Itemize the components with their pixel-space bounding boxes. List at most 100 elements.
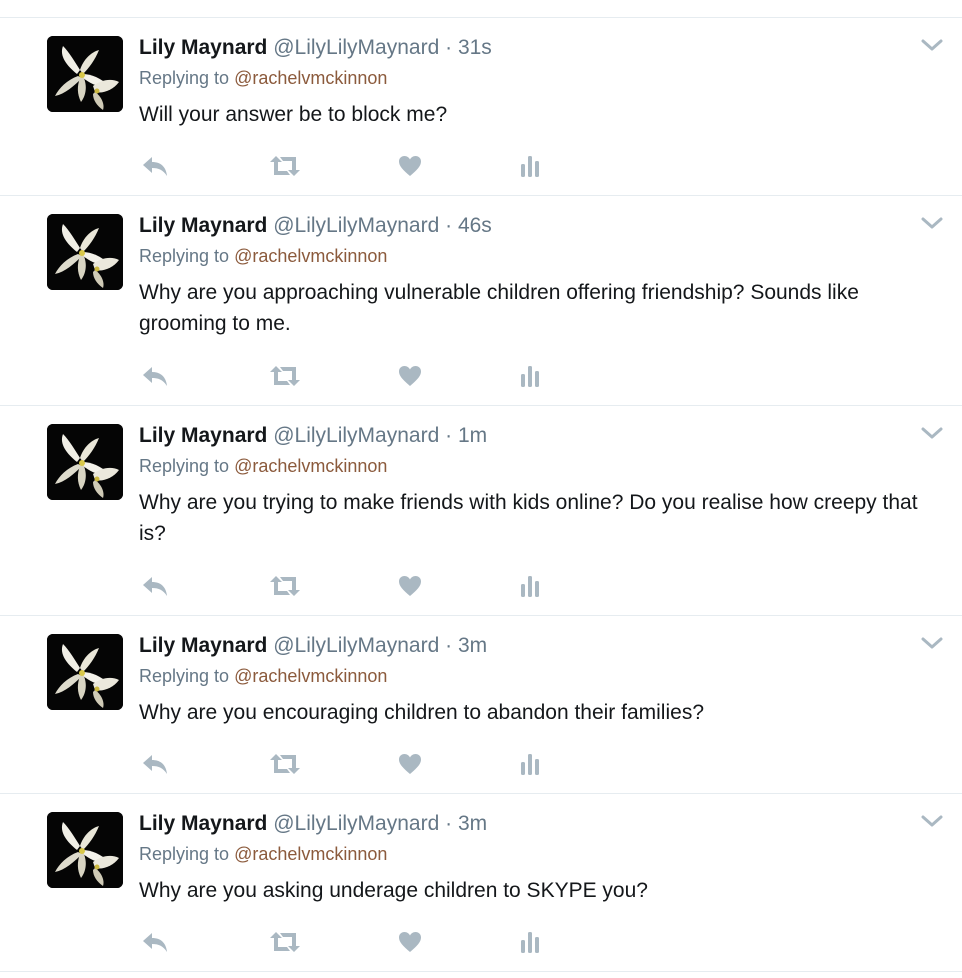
lily-flower-icon: [47, 634, 123, 710]
reply-mention-link[interactable]: @rachelvmckinnon: [234, 666, 387, 686]
username[interactable]: @LilyLilyMaynard: [273, 424, 439, 447]
username[interactable]: @LilyLilyMaynard: [273, 634, 439, 657]
reply-button[interactable]: [141, 749, 169, 779]
reply-button[interactable]: [141, 361, 169, 391]
reply-prefix: Replying to: [139, 844, 230, 864]
retweet-button[interactable]: [268, 927, 302, 957]
retweet-icon: [270, 576, 300, 596]
chevron-down-icon: [921, 637, 943, 649]
retweet-button[interactable]: [268, 571, 302, 601]
avatar[interactable]: [47, 812, 123, 888]
analytics-button[interactable]: [519, 151, 541, 181]
tweet-text: Will your answer be to block me?: [139, 103, 448, 126]
reply-button[interactable]: [141, 571, 169, 601]
timestamp[interactable]: 46s: [458, 214, 492, 237]
time-separator: ·: [445, 214, 453, 237]
timestamp[interactable]: 3m: [458, 634, 487, 657]
avatar[interactable]: [47, 36, 123, 112]
like-button[interactable]: [398, 151, 422, 181]
like-button[interactable]: [398, 361, 422, 391]
tweet-content: Lily Maynard @LilyLilyMaynard · 46s Repl…: [139, 212, 922, 339]
analytics-button[interactable]: [519, 571, 541, 601]
chevron-down-icon: [921, 39, 943, 51]
reply-prefix: Replying to: [139, 246, 230, 266]
fullname[interactable]: Lily Maynard: [139, 812, 267, 835]
timestamp[interactable]: 31s: [458, 36, 492, 59]
tweet[interactable]: Lily Maynard @LilyLilyMaynard · 31s Repl…: [0, 18, 962, 196]
reply-icon: [143, 755, 167, 774]
time-separator: ·: [445, 424, 453, 447]
reply-icon: [143, 157, 167, 176]
lily-flower-icon: [47, 812, 123, 888]
tweet-header: Lily Maynard @LilyLilyMaynard · 3m: [139, 810, 922, 838]
more-options-button[interactable]: [920, 36, 944, 54]
reply-prefix: Replying to: [139, 68, 230, 88]
tweet-content: Lily Maynard @LilyLilyMaynard · 31s Repl…: [139, 34, 922, 130]
username[interactable]: @LilyLilyMaynard: [273, 214, 439, 237]
more-options-button[interactable]: [920, 214, 944, 232]
tweet[interactable]: Lily Maynard @LilyLilyMaynard · 3m Reply…: [0, 794, 962, 972]
tweet-actions: [139, 361, 559, 391]
time-separator: ·: [445, 36, 453, 59]
retweet-icon: [270, 156, 300, 176]
tweet-text: Why are you encouraging children to aban…: [139, 701, 705, 724]
reply-mention-link[interactable]: @rachelvmckinnon: [234, 456, 387, 476]
tweet-actions: [139, 749, 559, 779]
analytics-button[interactable]: [519, 749, 541, 779]
chevron-down-icon: [921, 815, 943, 827]
more-options-button[interactable]: [920, 634, 944, 652]
reply-mention-link[interactable]: @rachelvmckinnon: [234, 844, 387, 864]
tweet-text: Why are you asking underage children to …: [139, 879, 648, 902]
more-options-button[interactable]: [920, 812, 944, 830]
reply-context: Replying to @rachelvmckinnon: [139, 665, 922, 687]
retweet-button[interactable]: [268, 749, 302, 779]
tweet-header: Lily Maynard @LilyLilyMaynard · 31s: [139, 34, 922, 62]
heart-icon: [399, 576, 421, 596]
retweet-icon: [270, 754, 300, 774]
like-button[interactable]: [398, 571, 422, 601]
tweet[interactable]: Lily Maynard @LilyLilyMaynard · 1m Reply…: [0, 406, 962, 616]
retweet-button[interactable]: [268, 151, 302, 181]
tweet[interactable]: Lily Maynard @LilyLilyMaynard · 3m Reply…: [0, 616, 962, 794]
username[interactable]: @LilyLilyMaynard: [273, 36, 439, 59]
tweet-header: Lily Maynard @LilyLilyMaynard · 1m: [139, 422, 922, 450]
avatar[interactable]: [47, 424, 123, 500]
like-button[interactable]: [398, 927, 422, 957]
lily-flower-icon: [47, 214, 123, 290]
reply-mention-link[interactable]: @rachelvmckinnon: [234, 246, 387, 266]
analytics-icon: [521, 754, 539, 775]
tweet-text: Why are you approaching vulnerable child…: [139, 281, 859, 335]
tweet-actions: [139, 927, 559, 957]
reply-context: Replying to @rachelvmckinnon: [139, 245, 922, 267]
timestamp[interactable]: 1m: [458, 424, 487, 447]
analytics-icon: [521, 932, 539, 953]
like-button[interactable]: [398, 749, 422, 779]
more-options-button[interactable]: [920, 424, 944, 442]
time-separator: ·: [445, 812, 453, 835]
timeline-top-divider: [0, 0, 962, 18]
fullname[interactable]: Lily Maynard: [139, 36, 267, 59]
tweet[interactable]: Lily Maynard @LilyLilyMaynard · 46s Repl…: [0, 196, 962, 406]
fullname[interactable]: Lily Maynard: [139, 424, 267, 447]
reply-button[interactable]: [141, 927, 169, 957]
analytics-button[interactable]: [519, 361, 541, 391]
fullname[interactable]: Lily Maynard: [139, 634, 267, 657]
reply-context: Replying to @rachelvmckinnon: [139, 67, 922, 89]
reply-mention-link[interactable]: @rachelvmckinnon: [234, 68, 387, 88]
tweet-text: Why are you trying to make friends with …: [139, 491, 918, 545]
retweet-button[interactable]: [268, 361, 302, 391]
avatar[interactable]: [47, 634, 123, 710]
reply-prefix: Replying to: [139, 666, 230, 686]
avatar[interactable]: [47, 214, 123, 290]
timeline: Lily Maynard @LilyLilyMaynard · 31s Repl…: [0, 0, 962, 972]
heart-icon: [399, 754, 421, 774]
analytics-icon: [521, 576, 539, 597]
reply-button[interactable]: [141, 151, 169, 181]
tweet-actions: [139, 571, 559, 601]
username[interactable]: @LilyLilyMaynard: [273, 812, 439, 835]
chevron-down-icon: [921, 427, 943, 439]
analytics-button[interactable]: [519, 927, 541, 957]
fullname[interactable]: Lily Maynard: [139, 214, 267, 237]
timestamp[interactable]: 3m: [458, 812, 487, 835]
tweet-actions: [139, 151, 559, 181]
